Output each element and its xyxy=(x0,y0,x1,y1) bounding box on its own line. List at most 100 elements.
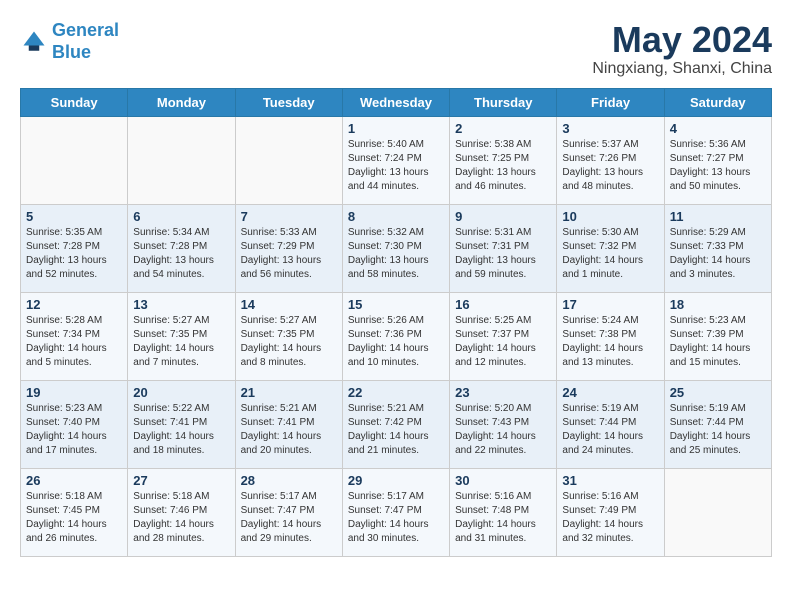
calendar-cell: 23Sunrise: 5:20 AM Sunset: 7:43 PM Dayli… xyxy=(450,380,557,468)
calendar-cell: 24 Sunrise: 5:19 AM Sunset: 7:44 PM Dayli… xyxy=(557,380,664,468)
logo-icon xyxy=(20,28,48,56)
day-number: 3 xyxy=(562,121,658,136)
day-info: Sunrise: 5:37 AM Sunset: 7:26 PM Dayligh… xyxy=(562,138,658,194)
weekday-header: Tuesday xyxy=(235,88,342,116)
day-number: 15 xyxy=(348,297,444,312)
calendar-cell: 3 Sunrise: 5:37 AM Sunset: 7:26 PM Daylig… xyxy=(557,116,664,204)
day-number: 24 xyxy=(562,385,658,400)
calendar-cell: 18Sunrise: 5:23 AM Sunset: 7:39 PM Dayli… xyxy=(664,292,771,380)
day-number: 20 xyxy=(133,385,229,400)
day-number: 16 xyxy=(455,297,551,312)
day-info: Sunrise: 5:21 AM Sunset: 7:41 PM Dayligh… xyxy=(241,402,337,458)
weekday-header: Thursday xyxy=(450,88,557,116)
day-info: Sunrise: 5:40 AM Sunset: 7:24 PM Dayligh… xyxy=(348,138,444,194)
day-number: 31 xyxy=(562,473,658,488)
calendar-cell: 29Sunrise: 5:17 AM Sunset: 7:47 PM Dayli… xyxy=(342,468,449,556)
calendar-cell: 2 Sunrise: 5:38 AM Sunset: 7:25 PM Daylig… xyxy=(450,116,557,204)
calendar-week-row: 5 Sunrise: 5:35 AM Sunset: 7:28 PM Daylig… xyxy=(21,204,772,292)
day-number: 4 xyxy=(670,121,766,136)
month-title: May 2024 xyxy=(592,20,772,60)
logo-text: General Blue xyxy=(52,20,119,63)
calendar-cell: 27 Sunrise: 5:18 AM Sunset: 7:46 PM Dayli… xyxy=(128,468,235,556)
day-info: Sunrise: 5:25 AM Sunset: 7:37 PM Dayligh… xyxy=(455,314,551,370)
calendar-week-row: 12 Sunrise: 5:28 AM Sunset: 7:34 PM Dayli… xyxy=(21,292,772,380)
calendar-cell: 6Sunrise: 5:34 AM Sunset: 7:28 PM Daylig… xyxy=(128,204,235,292)
calendar-cell: 22 Sunrise: 5:21 AM Sunset: 7:42 PM Dayli… xyxy=(342,380,449,468)
calendar-cell: 19 Sunrise: 5:23 AM Sunset: 7:40 PM Dayli… xyxy=(21,380,128,468)
weekday-header: Wednesday xyxy=(342,88,449,116)
day-info: Sunrise: 5:27 AM Sunset: 7:35 PM Dayligh… xyxy=(133,314,229,370)
day-info: Sunrise: 5:27 AM Sunset: 7:35 PM Dayligh… xyxy=(241,314,337,370)
calendar-cell: 11 Sunrise: 5:29 AM Sunset: 7:33 PM Dayli… xyxy=(664,204,771,292)
weekday-header: Sunday xyxy=(21,88,128,116)
day-number: 17 xyxy=(562,297,658,312)
day-number: 13 xyxy=(133,297,229,312)
day-number: 19 xyxy=(26,385,122,400)
calendar-cell: 31 Sunrise: 5:16 AM Sunset: 7:49 PM Dayli… xyxy=(557,468,664,556)
day-number: 12 xyxy=(26,297,122,312)
day-number: 6 xyxy=(133,209,229,224)
day-info: Sunrise: 5:16 AM Sunset: 7:48 PM Dayligh… xyxy=(455,490,551,546)
day-info: Sunrise: 5:20 AM Sunset: 7:43 PM Dayligh… xyxy=(455,402,551,458)
weekday-header-row: SundayMondayTuesdayWednesdayThursdayFrid… xyxy=(21,88,772,116)
calendar-week-row: 1 Sunrise: 5:40 AM Sunset: 7:24 PM Daylig… xyxy=(21,116,772,204)
day-info: Sunrise: 5:26 AM Sunset: 7:36 PM Dayligh… xyxy=(348,314,444,370)
day-number: 21 xyxy=(241,385,337,400)
logo-general: General xyxy=(52,20,119,40)
day-number: 22 xyxy=(348,385,444,400)
calendar-cell xyxy=(21,116,128,204)
weekday-header: Monday xyxy=(128,88,235,116)
day-info: Sunrise: 5:30 AM Sunset: 7:32 PM Dayligh… xyxy=(562,226,658,282)
calendar-cell: 21 Sunrise: 5:21 AM Sunset: 7:41 PM Dayli… xyxy=(235,380,342,468)
day-info: Sunrise: 5:36 AM Sunset: 7:27 PM Dayligh… xyxy=(670,138,766,194)
day-info: Sunrise: 5:19 AM Sunset: 7:44 PM Dayligh… xyxy=(562,402,658,458)
calendar-week-row: 26Sunrise: 5:18 AM Sunset: 7:45 PM Dayli… xyxy=(21,468,772,556)
day-number: 30 xyxy=(455,473,551,488)
location: Ningxiang, Shanxi, China xyxy=(592,60,772,78)
calendar-cell: 28Sunrise: 5:17 AM Sunset: 7:47 PM Dayli… xyxy=(235,468,342,556)
calendar-cell: 20 Sunrise: 5:22 AM Sunset: 7:41 PM Dayli… xyxy=(128,380,235,468)
day-number: 28 xyxy=(241,473,337,488)
calendar-cell: 17Sunrise: 5:24 AM Sunset: 7:38 PM Dayli… xyxy=(557,292,664,380)
day-number: 7 xyxy=(241,209,337,224)
day-number: 26 xyxy=(26,473,122,488)
day-info: Sunrise: 5:33 AM Sunset: 7:29 PM Dayligh… xyxy=(241,226,337,282)
calendar-table: SundayMondayTuesdayWednesdayThursdayFrid… xyxy=(20,88,772,557)
day-info: Sunrise: 5:38 AM Sunset: 7:25 PM Dayligh… xyxy=(455,138,551,194)
day-number: 14 xyxy=(241,297,337,312)
weekday-header: Friday xyxy=(557,88,664,116)
day-number: 9 xyxy=(455,209,551,224)
day-info: Sunrise: 5:22 AM Sunset: 7:41 PM Dayligh… xyxy=(133,402,229,458)
day-number: 25 xyxy=(670,385,766,400)
day-info: Sunrise: 5:23 AM Sunset: 7:40 PM Dayligh… xyxy=(26,402,122,458)
day-number: 2 xyxy=(455,121,551,136)
calendar-cell: 9Sunrise: 5:31 AM Sunset: 7:31 PM Daylig… xyxy=(450,204,557,292)
day-info: Sunrise: 5:35 AM Sunset: 7:28 PM Dayligh… xyxy=(26,226,122,282)
day-number: 1 xyxy=(348,121,444,136)
day-number: 8 xyxy=(348,209,444,224)
day-number: 29 xyxy=(348,473,444,488)
day-info: Sunrise: 5:28 AM Sunset: 7:34 PM Dayligh… xyxy=(26,314,122,370)
calendar-cell: 10 Sunrise: 5:30 AM Sunset: 7:32 PM Dayli… xyxy=(557,204,664,292)
calendar-cell: 4 Sunrise: 5:36 AM Sunset: 7:27 PM Daylig… xyxy=(664,116,771,204)
calendar-cell xyxy=(128,116,235,204)
day-info: Sunrise: 5:32 AM Sunset: 7:30 PM Dayligh… xyxy=(348,226,444,282)
calendar-cell: 5 Sunrise: 5:35 AM Sunset: 7:28 PM Daylig… xyxy=(21,204,128,292)
logo-blue: Blue xyxy=(52,42,91,62)
day-number: 18 xyxy=(670,297,766,312)
calendar-cell: 25Sunrise: 5:19 AM Sunset: 7:44 PM Dayli… xyxy=(664,380,771,468)
day-info: Sunrise: 5:29 AM Sunset: 7:33 PM Dayligh… xyxy=(670,226,766,282)
calendar-week-row: 19 Sunrise: 5:23 AM Sunset: 7:40 PM Dayli… xyxy=(21,380,772,468)
weekday-header: Saturday xyxy=(664,88,771,116)
logo: General Blue xyxy=(20,20,119,63)
calendar-cell: 13 Sunrise: 5:27 AM Sunset: 7:35 PM Dayli… xyxy=(128,292,235,380)
day-number: 5 xyxy=(26,209,122,224)
day-info: Sunrise: 5:16 AM Sunset: 7:49 PM Dayligh… xyxy=(562,490,658,546)
calendar-cell xyxy=(664,468,771,556)
day-info: Sunrise: 5:21 AM Sunset: 7:42 PM Dayligh… xyxy=(348,402,444,458)
title-block: May 2024 Ningxiang, Shanxi, China xyxy=(592,20,772,78)
day-info: Sunrise: 5:18 AM Sunset: 7:46 PM Dayligh… xyxy=(133,490,229,546)
day-number: 27 xyxy=(133,473,229,488)
day-number: 11 xyxy=(670,209,766,224)
day-number: 10 xyxy=(562,209,658,224)
